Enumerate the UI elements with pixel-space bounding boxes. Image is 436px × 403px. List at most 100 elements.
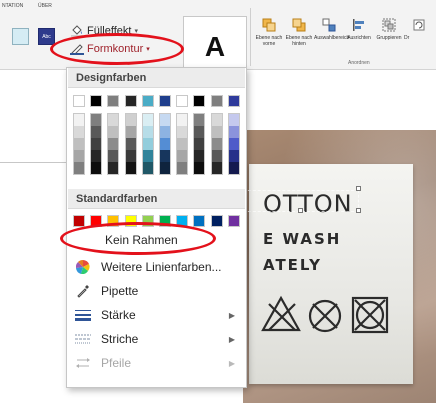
theme-shade-swatch[interactable] — [91, 162, 102, 174]
dashes-item[interactable]: Striche ▶ — [68, 327, 245, 351]
theme-shade-swatch[interactable] — [142, 150, 153, 162]
theme-color-swatch[interactable] — [90, 95, 103, 107]
theme-shade-swatch[interactable] — [142, 162, 153, 174]
standard-color-swatch[interactable] — [227, 215, 240, 227]
inserted-photo[interactable]: OTTON E WASH ATELY — [243, 130, 436, 403]
theme-shade-swatch[interactable] — [125, 138, 136, 150]
theme-shade-column[interactable] — [107, 113, 120, 175]
theme-color-swatch[interactable] — [73, 95, 85, 107]
resize-handle-bottom-right[interactable] — [356, 208, 361, 213]
theme-shade-column[interactable] — [73, 113, 85, 175]
theme-color-swatch[interactable] — [193, 95, 206, 107]
theme-shade-swatch[interactable] — [211, 126, 222, 138]
theme-shade-swatch[interactable] — [194, 114, 205, 126]
theme-shade-swatch[interactable] — [194, 126, 205, 138]
theme-shade-swatch[interactable] — [74, 162, 84, 174]
tab-review[interactable]: ÜBER — [38, 3, 52, 9]
theme-shade-swatch[interactable] — [211, 138, 222, 150]
theme-shade-column[interactable] — [210, 113, 223, 175]
shape-outline-button[interactable]: Formkontur ▾ — [70, 42, 150, 56]
theme-shade-swatch[interactable] — [194, 162, 205, 174]
theme-shade-swatch[interactable] — [91, 150, 102, 162]
theme-shade-swatch[interactable] — [228, 138, 239, 150]
align-button[interactable]: Ausrichten — [344, 18, 374, 41]
theme-color-swatch[interactable] — [176, 95, 189, 107]
theme-shade-swatch[interactable] — [74, 126, 84, 138]
standard-color-swatch[interactable] — [176, 215, 189, 227]
theme-shade-swatch[interactable] — [142, 138, 153, 150]
no-outline-item[interactable]: Kein Rahmen — [68, 228, 245, 252]
send-backward-button[interactable]: Ebene nach hinten — [284, 18, 314, 47]
shape-style-dark-swatch[interactable]: Abc — [38, 28, 55, 45]
theme-shade-swatch[interactable] — [194, 138, 205, 150]
theme-shade-swatch[interactable] — [74, 150, 84, 162]
theme-shade-swatch[interactable] — [228, 126, 239, 138]
theme-color-swatch[interactable] — [124, 95, 137, 107]
theme-shade-swatch[interactable] — [142, 114, 153, 126]
theme-shade-column[interactable] — [159, 113, 171, 175]
resize-handle-bottom[interactable] — [298, 208, 303, 213]
standard-color-swatch[interactable] — [193, 215, 206, 227]
theme-shade-swatch[interactable] — [91, 138, 102, 150]
tab-presentation[interactable]: NTATION — [2, 3, 23, 9]
theme-shade-swatch[interactable] — [91, 126, 102, 138]
bring-forward-button[interactable]: Ebene nach vorne — [254, 18, 284, 47]
theme-shade-swatch[interactable] — [160, 150, 170, 162]
theme-shade-swatch[interactable] — [142, 126, 153, 138]
resize-handle-top-right[interactable] — [356, 186, 361, 191]
line-weight-item[interactable]: Stärke ▶ — [68, 303, 245, 327]
standard-color-swatch[interactable] — [124, 215, 137, 227]
theme-shade-swatch[interactable] — [228, 150, 239, 162]
theme-color-swatch[interactable] — [107, 95, 120, 107]
theme-shade-swatch[interactable] — [125, 162, 136, 174]
shape-style-light-swatch[interactable] — [12, 28, 29, 45]
more-outline-colors-item[interactable]: Weitere Linienfarben... — [68, 255, 245, 279]
theme-color-swatch[interactable] — [227, 95, 240, 107]
theme-shade-swatch[interactable] — [125, 150, 136, 162]
theme-shade-swatch[interactable] — [91, 114, 102, 126]
theme-shade-swatch[interactable] — [177, 138, 188, 150]
theme-shade-swatch[interactable] — [211, 114, 222, 126]
theme-color-swatch[interactable] — [159, 95, 171, 107]
arrows-item[interactable]: Pfeile ▶ — [68, 351, 245, 375]
theme-shade-column[interactable] — [141, 113, 154, 175]
theme-shade-swatch[interactable] — [194, 150, 205, 162]
rotate-button[interactable]: Dr — [404, 18, 436, 41]
standard-color-swatch[interactable] — [210, 215, 223, 227]
theme-shade-swatch[interactable] — [177, 126, 188, 138]
standard-color-swatch[interactable] — [73, 215, 85, 227]
standard-color-swatch[interactable] — [90, 215, 103, 227]
theme-shade-swatch[interactable] — [74, 138, 84, 150]
theme-shade-column[interactable] — [193, 113, 206, 175]
fill-effect-button[interactable]: Fülleffekt ▾ — [70, 24, 138, 38]
eyedropper-item[interactable]: Pipette — [68, 279, 245, 303]
theme-shade-swatch[interactable] — [108, 126, 119, 138]
standard-color-swatch[interactable] — [141, 215, 154, 227]
theme-color-swatch[interactable] — [210, 95, 223, 107]
theme-shade-column[interactable] — [176, 113, 189, 175]
theme-shade-swatch[interactable] — [74, 114, 84, 126]
theme-shade-swatch[interactable] — [228, 114, 239, 126]
theme-color-swatch[interactable] — [141, 95, 154, 107]
theme-shade-swatch[interactable] — [125, 126, 136, 138]
theme-shade-swatch[interactable] — [160, 126, 170, 138]
theme-shade-swatch[interactable] — [177, 162, 188, 174]
theme-shade-swatch[interactable] — [125, 114, 136, 126]
theme-shade-swatch[interactable] — [211, 162, 222, 174]
standard-color-swatch[interactable] — [159, 215, 171, 227]
theme-shade-swatch[interactable] — [160, 162, 170, 174]
group-button[interactable]: Gruppieren — [374, 18, 404, 41]
theme-shade-swatch[interactable] — [108, 138, 119, 150]
selection-pane-button[interactable]: Auswahlbereich — [314, 18, 349, 41]
theme-shade-column[interactable] — [90, 113, 103, 175]
theme-shade-swatch[interactable] — [108, 114, 119, 126]
theme-shade-swatch[interactable] — [160, 114, 170, 126]
theme-shade-swatch[interactable] — [177, 150, 188, 162]
theme-shade-swatch[interactable] — [108, 150, 119, 162]
theme-shade-swatch[interactable] — [160, 138, 170, 150]
standard-color-swatch[interactable] — [107, 215, 120, 227]
theme-shade-column[interactable] — [124, 113, 137, 175]
theme-shade-swatch[interactable] — [108, 162, 119, 174]
theme-shade-swatch[interactable] — [228, 162, 239, 174]
theme-shade-swatch[interactable] — [177, 114, 188, 126]
